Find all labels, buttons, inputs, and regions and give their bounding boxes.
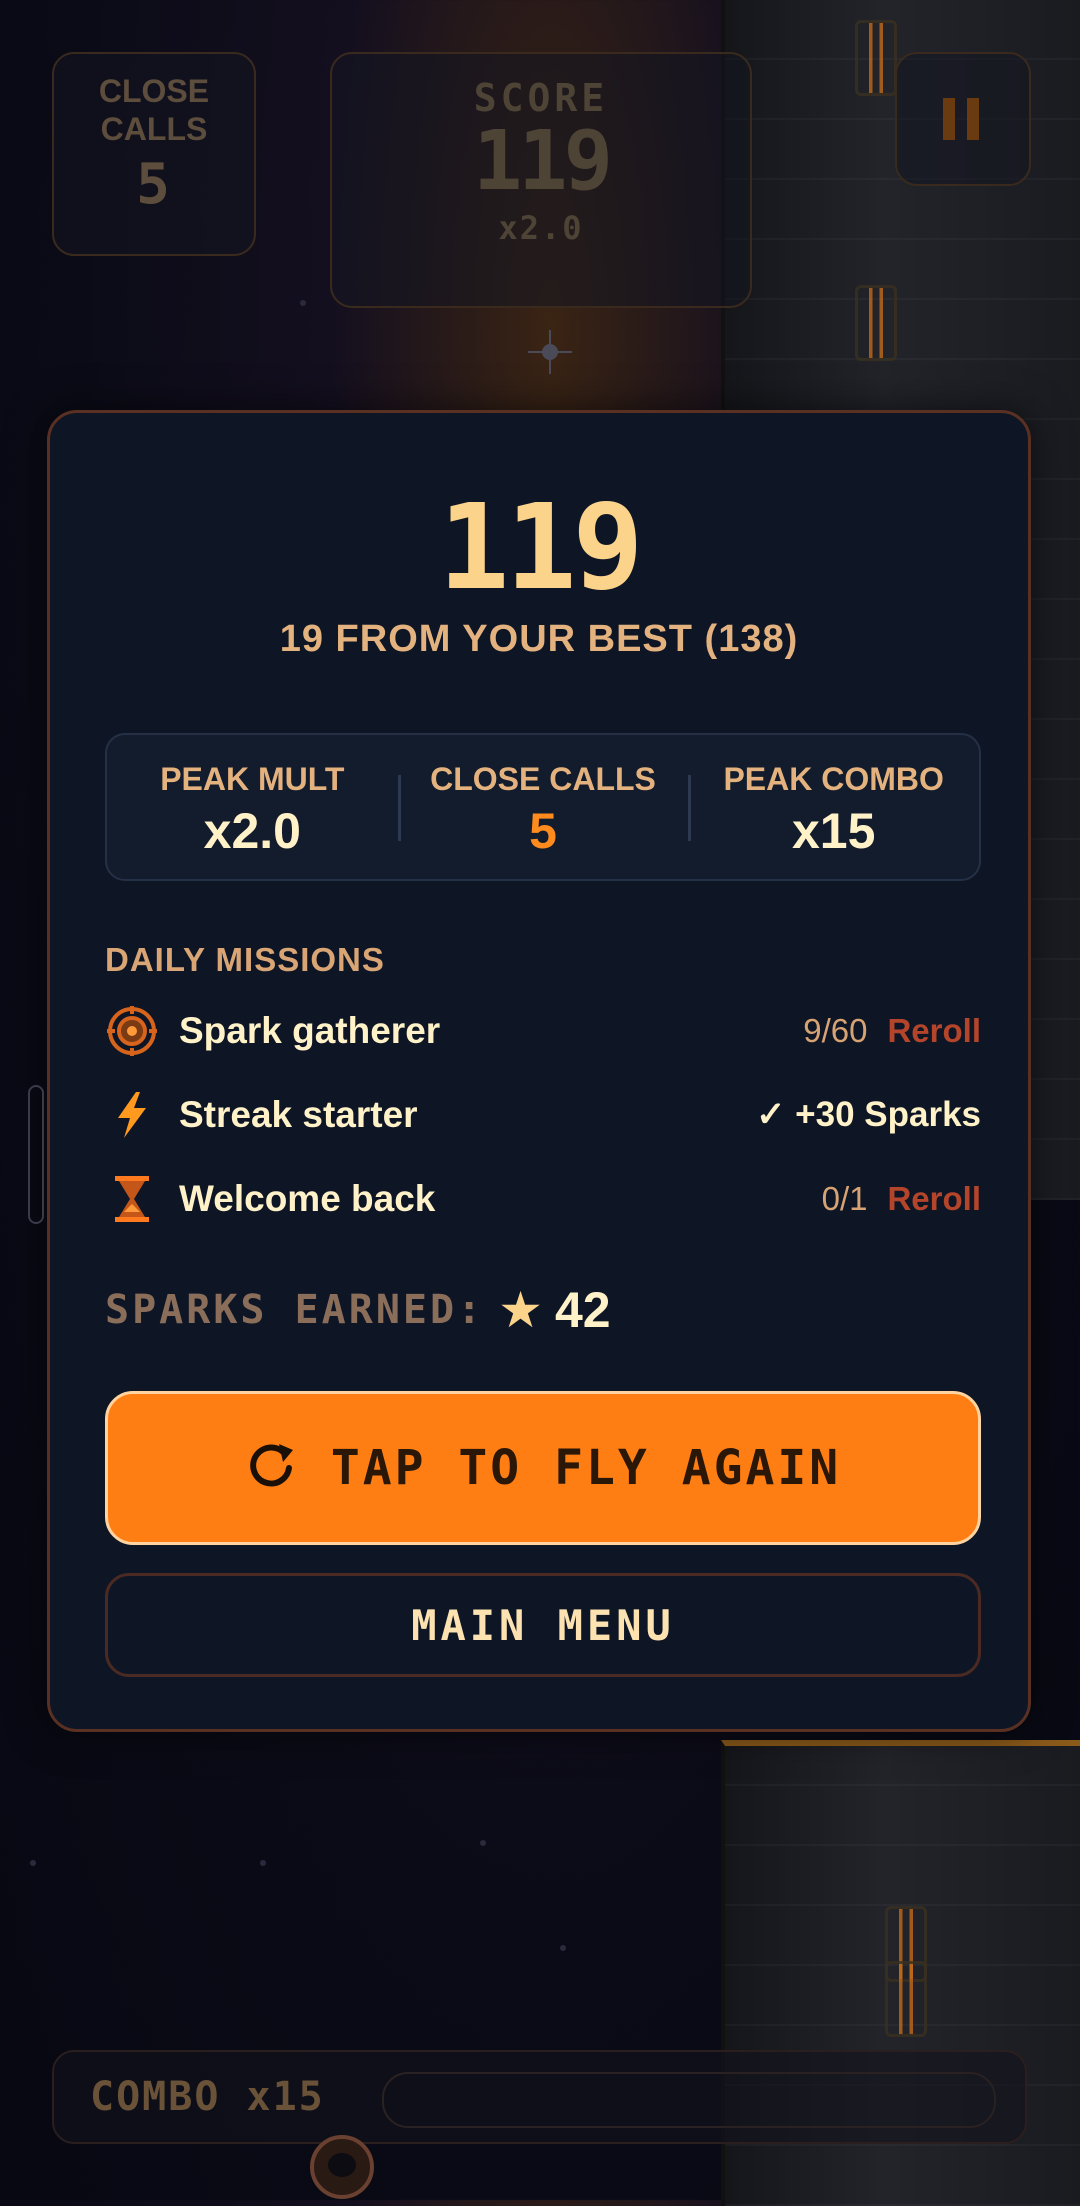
crosshair-icon: [528, 330, 572, 374]
star: [560, 1945, 566, 1951]
mission-progress: 9/60: [803, 1012, 868, 1049]
close-calls-hud: CLOSE CALLS 5: [52, 52, 256, 256]
stat-value: x15: [791, 803, 876, 859]
stat-value: 5: [529, 803, 557, 859]
score-value: 119: [472, 114, 613, 209]
pause-button[interactable]: [895, 52, 1031, 186]
stat-label: PEAK COMBO: [723, 761, 944, 797]
star: [30, 1860, 36, 1866]
mission-reward: ✓ +30 Sparks: [756, 1095, 981, 1134]
sparks-value: 42: [554, 1282, 611, 1338]
astronaut-icon: [310, 2135, 374, 2199]
mission-name: Spark gatherer: [179, 1010, 441, 1051]
mission-name: Streak starter: [179, 1094, 418, 1135]
close-calls-value: 5: [136, 152, 172, 217]
star: [260, 1860, 266, 1866]
star-icon: ★: [498, 1282, 543, 1338]
side-handle: [28, 1085, 44, 1224]
game-over-panel: 119 19 FROM YOUR BEST (138) PEAK MULT x2…: [47, 410, 1031, 1732]
combo-hud: COMBO x15: [52, 2050, 1027, 2144]
mission-row: Spark gatherer 9/60 Reroll: [105, 1001, 981, 1061]
reroll-button[interactable]: Reroll: [887, 1012, 981, 1050]
star: [300, 300, 306, 306]
sparks-label: SPARKS EARNED:: [105, 1287, 485, 1333]
combo-value: x15: [246, 2074, 325, 2120]
pause-icon: [943, 98, 983, 140]
stat-peak-mult: PEAK MULT x2.0: [107, 735, 398, 879]
close-calls-label: CLOSE: [98, 73, 210, 109]
stat-label: CLOSE CALLS: [430, 761, 656, 797]
mission-name: Welcome back: [179, 1178, 436, 1219]
target-icon: [105, 1004, 159, 1058]
restart-icon: [245, 1440, 297, 1497]
run-stats: PEAK MULT x2.0 CLOSE CALLS 5 PEAK COMBO …: [105, 733, 981, 881]
stat-value: x2.0: [203, 803, 301, 859]
daily-missions-title: DAILY MISSIONS: [105, 941, 385, 978]
mission-row: Welcome back 0/1 Reroll: [105, 1169, 981, 1229]
star: [480, 1840, 486, 1846]
final-score: 119: [438, 478, 643, 616]
best-score-note: 19 FROM YOUR BEST (138): [279, 618, 799, 660]
hourglass-icon: [105, 1172, 159, 1226]
combo-label: COMBO x15: [90, 2074, 325, 2120]
stat-peak-combo: PEAK COMBO x15: [688, 735, 979, 879]
mission-row: Streak starter ✓ +30 Sparks: [105, 1085, 981, 1145]
sparks-earned: SPARKS EARNED: ★ 42: [105, 1281, 611, 1339]
lightning-icon: [105, 1088, 159, 1142]
mission-progress: 0/1: [821, 1180, 868, 1217]
stat-label: PEAK MULT: [160, 761, 345, 797]
fly-again-button[interactable]: TAP TO FLY AGAIN: [105, 1391, 981, 1545]
main-menu-label: MAIN MENU: [411, 1600, 675, 1650]
score-hud: SCORE 119 x2.0: [330, 52, 752, 308]
main-menu-button[interactable]: MAIN MENU: [105, 1573, 981, 1677]
score-multiplier: x2.0: [498, 209, 584, 247]
combo-progress-track: [382, 2072, 996, 2128]
close-calls-label: CALLS: [100, 111, 208, 147]
stat-close-calls: CLOSE CALLS 5: [397, 735, 689, 879]
fly-again-label: TAP TO FLY AGAIN: [330, 1440, 842, 1496]
reroll-button[interactable]: Reroll: [887, 1180, 981, 1218]
